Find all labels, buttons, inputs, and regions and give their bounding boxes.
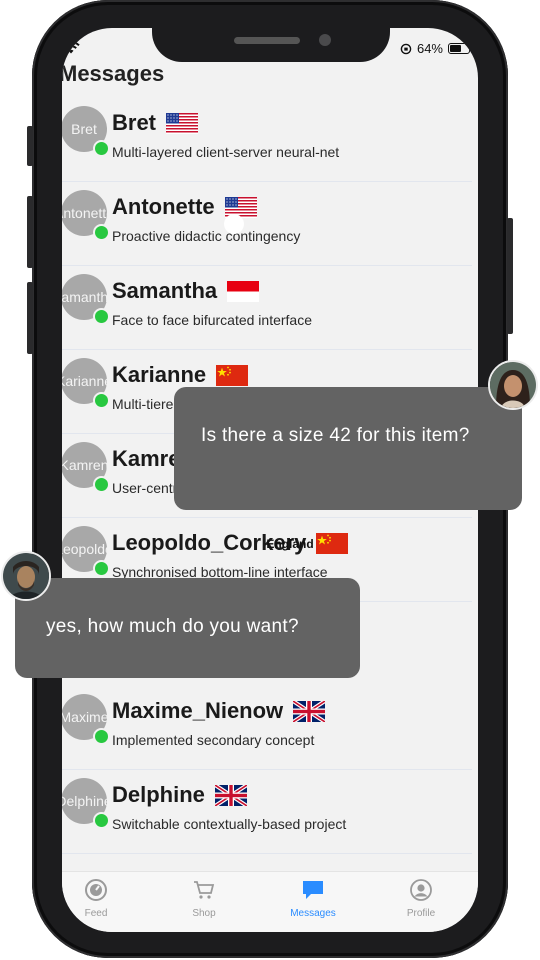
speaker-grille bbox=[234, 37, 300, 44]
last-message-preview: Proactive didactic contingency bbox=[112, 228, 301, 244]
contact-name: Karianne bbox=[112, 362, 207, 387]
contact-row[interactable]: SamanthaSamanthaFace to face bifurcated … bbox=[62, 266, 472, 350]
contact-name-line: Delphine bbox=[112, 782, 247, 808]
contact-name-line: Maxime_Nienow bbox=[112, 698, 326, 724]
contact-name: Bret bbox=[112, 110, 157, 135]
contact-name-line: Samantha bbox=[112, 278, 260, 304]
feed-icon bbox=[85, 879, 107, 901]
uk-flag-icon bbox=[214, 784, 247, 806]
online-status-dot bbox=[93, 140, 110, 157]
online-status-dot bbox=[93, 392, 110, 409]
contact-name-line: Leopoldo_Corkery England bbox=[112, 530, 349, 556]
contact-name: Samantha bbox=[112, 278, 218, 303]
online-status-dot bbox=[93, 476, 110, 493]
orientation-lock-icon bbox=[400, 43, 412, 54]
tab-messages-label: Messages bbox=[290, 908, 336, 919]
woman-avatar bbox=[488, 360, 538, 410]
tab-profile[interactable]: Profile bbox=[369, 872, 473, 932]
battery-percentage: 64% bbox=[416, 41, 443, 56]
status-bar-left bbox=[62, 41, 80, 54]
profile-icon bbox=[410, 879, 432, 901]
status-bar-right: 64% bbox=[400, 41, 473, 56]
contact-name-line: Bret bbox=[112, 110, 199, 136]
tab-feed-label: Feed bbox=[84, 908, 108, 919]
contact-row[interactable]: Bret Bret Multi-layered client-server neur… bbox=[62, 98, 472, 182]
contact-row[interactable]: DelphineDelphineSwitchable contextually-… bbox=[62, 770, 472, 854]
contact-name: Maxime_Nienow bbox=[112, 698, 284, 723]
tab-bar: Feed Shop Messages Profile bbox=[62, 871, 478, 932]
incoming-message: Is there a size 42 for this item? bbox=[201, 425, 470, 446]
tab-shop[interactable]: Shop bbox=[152, 872, 256, 932]
last-message-preview: Face to face bifurcated interface bbox=[112, 312, 312, 328]
battery-icon bbox=[448, 43, 473, 54]
tab-messages[interactable]: Messages bbox=[261, 872, 365, 932]
touch-indicator bbox=[224, 214, 244, 234]
outgoing-chat-bubble: yes, how much do you want? bbox=[15, 578, 360, 678]
outgoing-message: yes, how much do you want? bbox=[46, 616, 299, 637]
last-message-preview: Multi-layered client-server neural-net bbox=[112, 144, 340, 160]
tab-shop-label: Shop bbox=[192, 908, 216, 919]
country-label: England bbox=[266, 536, 314, 551]
online-status-dot bbox=[93, 560, 110, 577]
row-divider bbox=[62, 853, 472, 854]
man-avatar bbox=[1, 551, 51, 601]
tab-feed[interactable]: Feed bbox=[62, 872, 148, 932]
contact-name: Delphine bbox=[112, 782, 205, 807]
volume-down-button bbox=[27, 282, 33, 354]
wifi-icon bbox=[62, 41, 80, 54]
front-camera bbox=[319, 34, 331, 46]
cart-icon bbox=[194, 881, 215, 899]
indonesia-flag-icon bbox=[227, 280, 260, 302]
contact-row[interactable]: AntonetteAntonetteProactive didactic con… bbox=[62, 182, 472, 266]
online-status-dot bbox=[93, 728, 110, 745]
volume-up-button bbox=[27, 196, 33, 268]
last-message-preview: Implemented secondary concept bbox=[112, 732, 315, 748]
online-status-dot bbox=[93, 224, 110, 241]
usa-flag-icon bbox=[166, 112, 199, 134]
china-flag-icon bbox=[216, 364, 249, 386]
uk-flag-icon bbox=[293, 700, 326, 722]
online-status-dot bbox=[93, 812, 110, 829]
power-button bbox=[507, 218, 513, 334]
chat-bubble-icon bbox=[303, 881, 323, 899]
contact-name-line: Karianne bbox=[112, 362, 249, 388]
tab-profile-label: Profile bbox=[406, 908, 436, 919]
incoming-chat-bubble: Is there a size 42 for this item? bbox=[174, 387, 522, 510]
contact-row[interactable]: Maxime Maxime_Nienow Implemented secondary… bbox=[62, 686, 472, 770]
last-message-preview: Switchable contextually-based project bbox=[112, 816, 347, 832]
mute-switch bbox=[27, 126, 33, 166]
china-flag-icon: England bbox=[266, 532, 349, 554]
online-status-dot bbox=[93, 308, 110, 325]
contact-name: Antonette bbox=[112, 194, 215, 219]
page-title: Messages bbox=[62, 61, 165, 86]
phone-notch bbox=[152, 10, 390, 62]
